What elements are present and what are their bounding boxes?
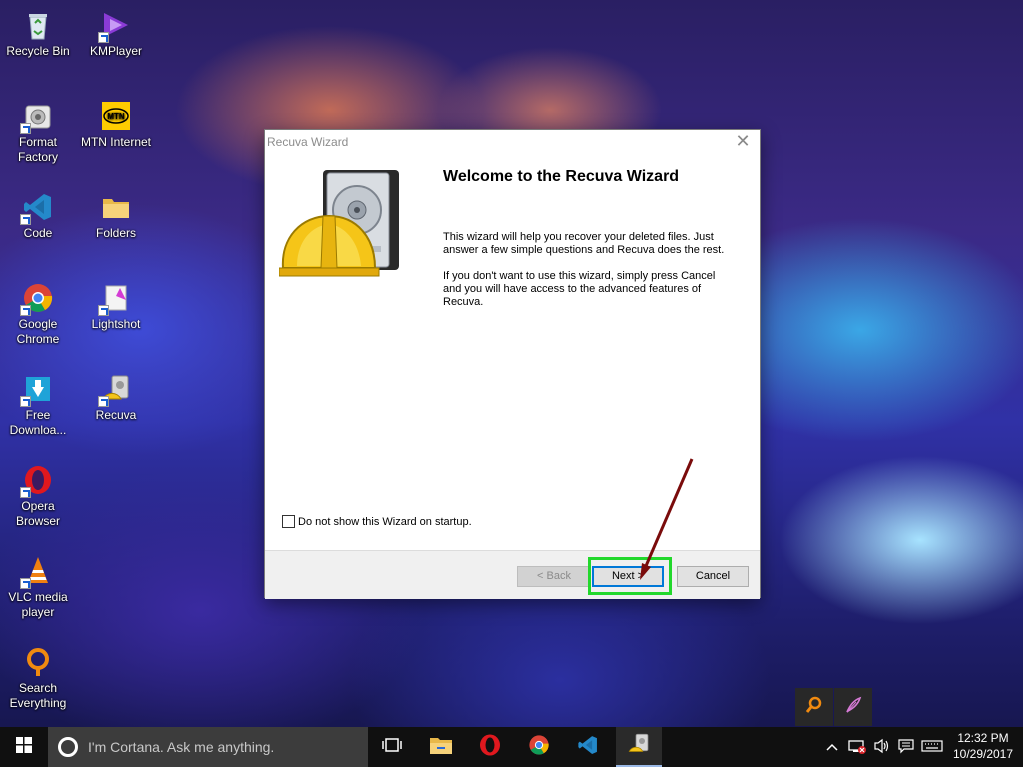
desktop-icon-label: MTN Internet [80,135,152,149]
desktop-icon-label: VLC media player [8,590,68,619]
vscode-icon [577,734,599,761]
task-view-button[interactable] [369,727,415,767]
desktop-icon-lightshot[interactable]: Lightshot [79,282,153,332]
cortana-icon [58,737,78,757]
chrome-icon [20,282,54,316]
desktop-icon-label: Opera Browser [15,499,60,528]
feather-pen-icon [844,696,862,718]
format-factory-icon [20,100,54,134]
shortcut-arrow-icon [98,305,109,316]
notification-icon [898,738,914,757]
cortana-search-box[interactable]: I'm Cortana. Ask me anything. [48,727,368,767]
action-center-button[interactable] [895,727,917,767]
shortcut-arrow-icon [98,396,109,407]
desktop-icon-kmplayer[interactable]: KMPlayer [79,9,153,59]
keyboard-icon [921,739,943,756]
desktop-icon-search-everything[interactable]: Search Everything [1,646,75,711]
startup-checkbox-label: Do not show this Wizard on startup. [298,515,472,528]
recuva-icon [627,732,651,761]
kmplayer-icon [98,9,132,43]
recycle-bin-icon [22,9,54,41]
startup-checkbox-row[interactable]: Do not show this Wizard on startup. [282,515,472,528]
speaker-icon [873,738,891,757]
shortcut-arrow-icon [98,32,109,43]
chevron-up-icon [826,740,838,754]
keyboard-button[interactable] [919,727,945,767]
desktop-icon-vlc[interactable]: VLC media player [1,555,75,620]
start-button[interactable] [0,727,48,767]
desktop-icon-label: Folders [95,226,136,240]
wizard-button-bar: < Back Next > Cancel [265,550,760,599]
wizard-intro-text: This wizard will help you recover your d… [443,231,725,256]
wizard-cancel-hint-text: If you don't want to use this wizard, si… [443,270,716,308]
desktop-icon-label: KMPlayer [89,44,142,58]
startup-checkbox[interactable] [282,515,295,528]
wizard-heading: Welcome to the Recuva Wizard [443,168,680,185]
shortcut-arrow-icon [20,305,31,316]
cancel-button[interactable]: Cancel [677,566,749,587]
wizard-window-title: Recuva Wizard [267,135,349,149]
free-download-manager-icon [20,373,54,407]
desktop-icon-label: Code [23,226,53,240]
desktop-icon-opera-browser[interactable]: Opera Browser [1,464,75,529]
opera-icon [20,464,54,498]
desktop-icon-code[interactable]: Code [1,191,75,241]
taskbar-chrome[interactable] [516,727,562,767]
desktop-icon-label: Lightshot [91,317,141,331]
desktop-icon-mtn-internet[interactable]: MTN MTN Internet [79,100,153,150]
back-button[interactable]: < Back [517,566,591,587]
recuva-icon [98,373,132,407]
svg-text:MTN: MTN [107,112,125,121]
mtn-logo-icon: MTN [100,100,132,132]
desktop-icon-label: Search Everything [9,681,67,710]
vscode-icon [20,191,54,225]
taskbar-opera[interactable] [467,727,513,767]
cortana-placeholder: I'm Cortana. Ask me anything. [88,739,275,755]
desktop-icon-label: Recuva [95,408,137,422]
lightshot-icon [98,282,132,316]
vlc-cone-icon [20,555,54,589]
clock-date: 10/29/2017 [952,747,1014,761]
task-view-icon [382,737,402,758]
overlay-pen-button[interactable] [834,688,872,726]
desktop-icon-label: Format Factory [17,135,58,164]
desktop-icon-label: Free Downloa... [9,408,67,437]
desktop-icon-free-download[interactable]: Free Downloa... [1,373,75,438]
opera-icon [479,734,501,761]
taskbar-vscode[interactable] [565,727,611,767]
taskbar: I'm Cortana. Ask me anything. 12:32 PM 1… [0,727,1023,767]
chrome-icon [528,734,550,761]
magnifier-icon [805,696,823,718]
next-button[interactable]: Next > [592,566,664,587]
shortcut-arrow-icon [20,214,31,225]
taskbar-file-explorer[interactable] [418,727,464,767]
desktop-icon-recuva[interactable]: Recuva [79,373,153,423]
desktop-icon-google-chrome[interactable]: Google Chrome [1,282,75,347]
recuva-logo-image [278,168,403,280]
shortcut-arrow-icon [20,487,31,498]
desktop-icon-format-factory[interactable]: Format Factory [1,100,75,165]
desktop-icon-label: Google Chrome [16,317,60,346]
desktop-icon-folders[interactable]: Folders [79,191,153,241]
shortcut-arrow-icon [20,396,31,407]
network-status-button[interactable] [845,727,869,767]
network-disconnected-icon [847,738,867,757]
file-explorer-icon [429,735,453,760]
wizard-titlebar[interactable]: Recuva Wizard ✕ [265,130,760,154]
show-hidden-icons-button[interactable] [823,727,841,767]
desktop-icon-recycle-bin[interactable]: Recycle Bin [1,9,75,59]
volume-button[interactable] [871,727,893,767]
shortcut-arrow-icon [20,578,31,589]
taskbar-recuva[interactable] [616,727,662,767]
folder-icon [100,191,132,223]
shortcut-arrow-icon [20,123,31,134]
windows-logo-icon [16,736,32,758]
clock-time: 12:32 PM [957,731,1009,745]
overlay-search-button[interactable] [795,688,833,726]
taskbar-clock[interactable]: 12:32 PM 10/29/2017 [948,730,1018,762]
recuva-wizard-window: Recuva Wizard ✕ Welcome to the Recuva Wi… [264,129,761,599]
desktop-icon-label: Recycle Bin [6,44,70,58]
close-icon[interactable]: ✕ [734,132,752,150]
everything-search-icon [22,646,54,678]
